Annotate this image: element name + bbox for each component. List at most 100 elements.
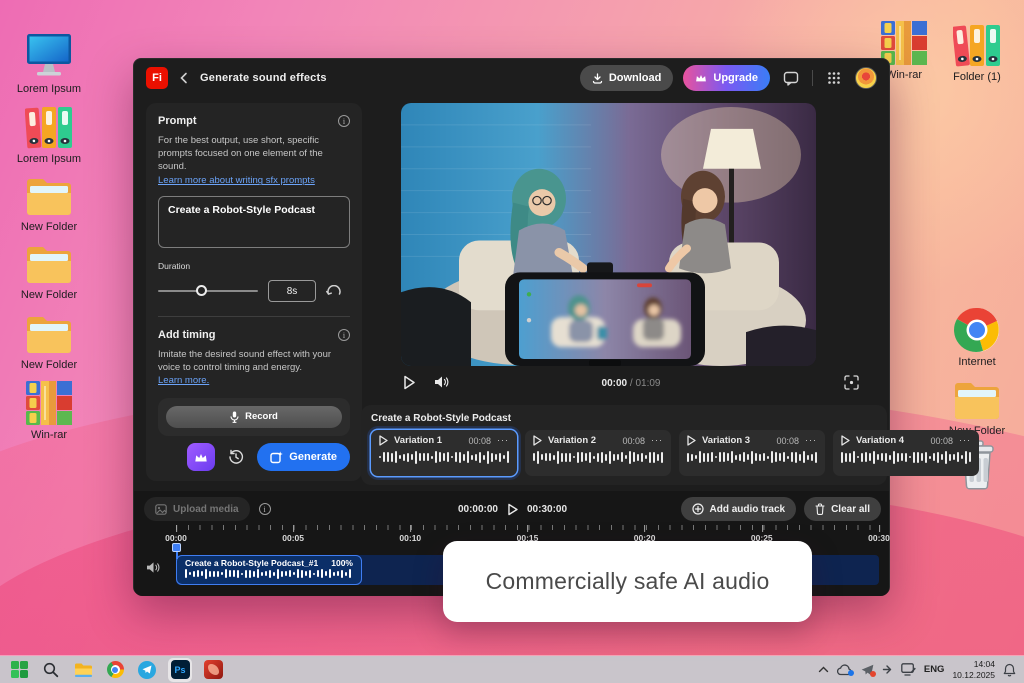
more-options-icon[interactable]: ··· <box>805 436 817 445</box>
tray-cloud-icon[interactable] <box>836 663 854 676</box>
variation-card-2[interactable]: Variation 2 00:08 ··· <box>525 430 671 476</box>
explorer-folder-icon <box>74 663 92 677</box>
waveform <box>841 449 971 465</box>
clear-all-button[interactable]: Clear all <box>804 497 881 521</box>
prompt-section-title: Prompt <box>158 115 197 127</box>
taskbar-file-explorer-button[interactable] <box>72 659 94 681</box>
chrome-icon <box>106 661 124 678</box>
tray-display-pen-icon[interactable] <box>901 663 916 676</box>
generate-icon <box>270 451 283 463</box>
reset-icon[interactable] <box>326 284 342 298</box>
feedback-chat-button[interactable] <box>780 67 802 89</box>
volume-button[interactable] <box>434 375 450 389</box>
slider-knob[interactable] <box>196 285 207 297</box>
taskbar: Ps ENG 14:04 10.12.2025 <box>0 656 1024 683</box>
download-icon <box>592 72 602 84</box>
winrar-icon <box>11 376 87 426</box>
info-icon[interactable]: i <box>338 115 350 127</box>
add-audio-track-button[interactable]: Add audio track <box>680 497 797 521</box>
playhead[interactable] <box>171 543 182 559</box>
record-button[interactable]: Record <box>166 405 342 428</box>
upload-media-button[interactable]: Upload media <box>144 497 250 521</box>
desktop-icon-new-folder-right[interactable]: New Folder <box>939 372 1015 437</box>
desktop-icon-new-folder-1[interactable]: New Folder <box>11 168 87 233</box>
waveform <box>687 449 817 465</box>
desktop-icon-new-folder-3[interactable]: New Folder <box>11 306 87 371</box>
generate-button[interactable]: Generate <box>257 443 350 471</box>
desktop-icon-label: Lorem Ipsum <box>16 83 82 95</box>
language-indicator[interactable]: ENG <box>924 664 945 675</box>
crown-icon <box>696 75 707 82</box>
taskbar-search-button[interactable] <box>40 659 62 681</box>
history-button[interactable] <box>224 445 248 469</box>
download-button[interactable]: Download <box>579 65 674 91</box>
history-icon <box>229 449 244 464</box>
audio-clip[interactable]: Create a Robot-Style Podcast_#1 100% <box>176 555 362 585</box>
desktop-icon-internet[interactable]: Internet <box>939 303 1015 368</box>
play-icon[interactable] <box>687 435 696 446</box>
taskbar-photoshop-button[interactable]: Ps <box>168 657 192 682</box>
waveform <box>533 449 663 465</box>
clip-volume: 100% <box>331 558 353 568</box>
trash-icon <box>815 503 825 515</box>
timeline-time-display: 00:00:00 00:30:00 <box>457 503 568 516</box>
media-icon <box>155 503 167 515</box>
firefly-logo: Fi <box>146 67 168 89</box>
taskbar-clock[interactable]: 14:04 10.12.2025 <box>952 659 995 679</box>
track-volume-icon[interactable] <box>146 561 161 579</box>
variation-card-1[interactable]: Variation 1 00:08 ··· <box>371 430 517 476</box>
variations-panel: Create a Robot-Style Podcast Variation 1… <box>361 405 979 485</box>
desktop-icon-new-folder-2[interactable]: New Folder <box>11 236 87 301</box>
waveform <box>185 568 353 579</box>
desktop-icon-lorem-ipsum-binders[interactable]: Lorem Ipsum <box>11 100 87 165</box>
desktop-icon-label: Lorem Ipsum <box>16 153 82 165</box>
play-icon[interactable] <box>533 435 542 446</box>
duration-slider[interactable] <box>158 285 258 297</box>
desktop-icon-winrar-left[interactable]: Win-rar <box>11 376 87 441</box>
tray-arrow-icon[interactable] <box>882 664 893 675</box>
premium-crown-button[interactable] <box>187 443 216 471</box>
tray-telegram-icon[interactable] <box>861 664 876 677</box>
info-icon[interactable]: i <box>258 503 271 515</box>
clip-name: Create a Robot-Style Podcast_#1 <box>185 558 319 568</box>
prompt-learn-more-link[interactable]: Learn more about writing sfx prompts <box>158 175 350 186</box>
taskbar-red-app-button[interactable] <box>202 659 224 681</box>
timeline-play-button[interactable] <box>507 503 518 516</box>
desktop-icon-label: New Folder <box>20 359 78 371</box>
tray-chevron-up-icon[interactable] <box>818 666 829 673</box>
fullscreen-button[interactable] <box>844 375 859 390</box>
desktop-icon-label: Win-rar <box>30 429 68 441</box>
more-options-icon[interactable]: ··· <box>959 436 971 445</box>
play-button[interactable] <box>403 375 416 390</box>
start-button[interactable] <box>8 659 30 681</box>
folder-icon <box>11 236 87 286</box>
promo-banner: Commercially safe AI audio <box>443 541 812 622</box>
app-header: Fi Generate sound effects Download Upgra… <box>134 59 889 97</box>
duration-value-field[interactable]: 8s <box>268 280 316 303</box>
player-time: 00:00 / 01:09 <box>601 378 661 389</box>
desktop-icon-folder-1[interactable]: Folder (1) <box>939 18 1015 83</box>
taskbar-telegram-button[interactable] <box>136 659 158 681</box>
prompt-input[interactable]: Create a Robot-Style Podcast <box>158 196 350 249</box>
play-icon[interactable] <box>379 435 388 446</box>
more-options-icon[interactable]: ··· <box>651 436 663 445</box>
grid-menu-icon <box>828 72 840 84</box>
duration-label: Duration <box>158 261 191 272</box>
plus-circle-icon <box>691 503 704 515</box>
back-button[interactable] <box>178 72 190 84</box>
desktop-icon-lorem-ipsum-monitor[interactable]: Lorem Ipsum <box>11 30 87 95</box>
variation-card-4[interactable]: Variation 4 00:08 ··· <box>833 430 979 476</box>
firefly-app-window: Fi Generate sound effects Download Upgra… <box>133 58 979 596</box>
variation-card-3[interactable]: Variation 3 00:08 ··· <box>679 430 825 476</box>
video-preview[interactable] <box>401 103 816 366</box>
apps-grid-button[interactable] <box>823 67 845 89</box>
more-options-icon[interactable]: ··· <box>497 436 509 445</box>
play-icon[interactable] <box>841 435 850 446</box>
timing-learn-more-link[interactable]: Learn more. <box>158 375 209 388</box>
upgrade-button[interactable]: Upgrade <box>683 65 770 91</box>
user-avatar[interactable] <box>855 67 877 89</box>
prompt-help-text: For the best output, use short, specific… <box>158 135 323 172</box>
notifications-bell-icon[interactable] <box>1003 663 1016 677</box>
taskbar-chrome-button[interactable] <box>104 659 126 681</box>
info-icon[interactable]: i <box>338 329 350 342</box>
